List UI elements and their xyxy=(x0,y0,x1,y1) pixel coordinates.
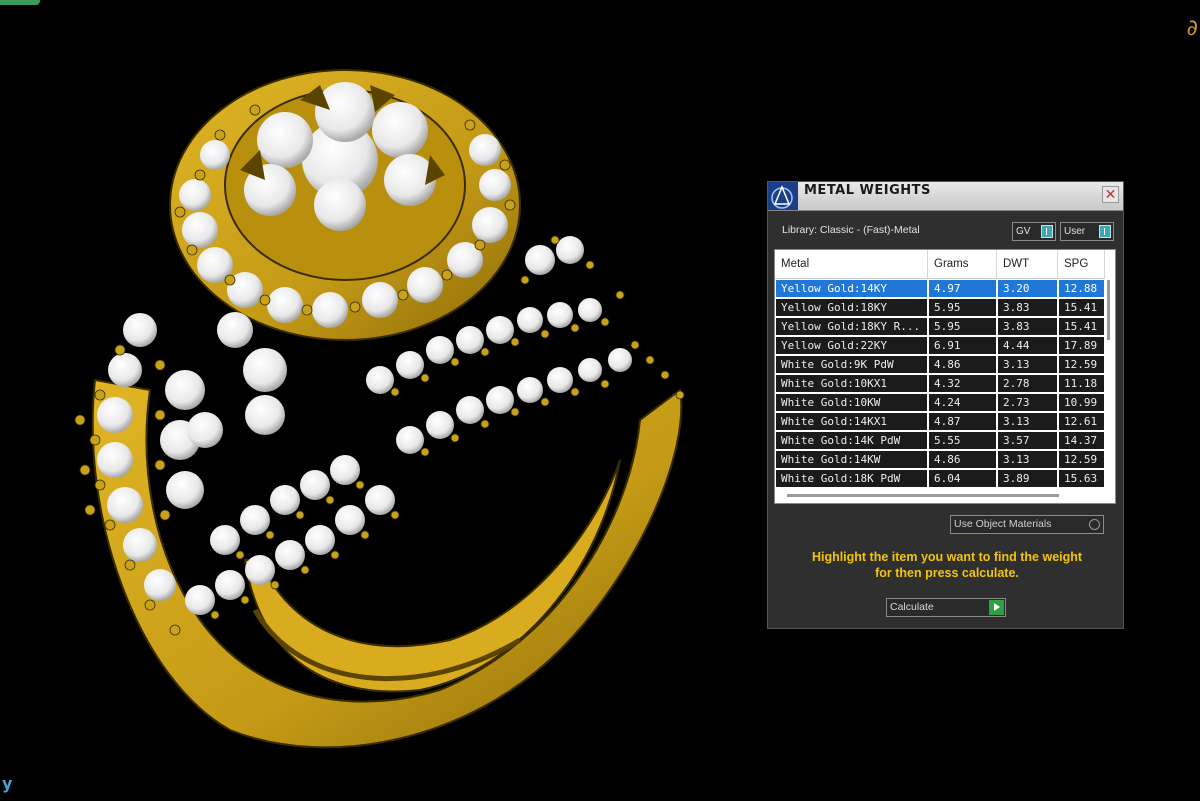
vertical-scrollbar[interactable] xyxy=(1107,280,1110,340)
table-row[interactable]: Yellow Gold:14KY 4.97 3.20 12.88 xyxy=(775,279,1105,298)
cell-spg: 12.59 xyxy=(1058,355,1105,374)
cell-metal: White Gold:14KW xyxy=(775,450,928,469)
gv-toggle[interactable]: GV xyxy=(1012,222,1056,241)
table-row[interactable]: White Gold:18K PdW 6.04 3.89 15.63 xyxy=(775,469,1105,488)
table-row[interactable]: Yellow Gold:22KY 6.91 4.44 17.89 xyxy=(775,336,1105,355)
cell-dwt: 4.44 xyxy=(997,336,1058,355)
cell-grams: 4.24 xyxy=(928,393,997,412)
cell-dwt: 2.73 xyxy=(997,393,1058,412)
user-toggle-label: User xyxy=(1064,226,1086,237)
cell-grams: 5.55 xyxy=(928,431,997,450)
dropdown-arrow-icon xyxy=(1089,519,1100,530)
cell-grams: 4.32 xyxy=(928,374,997,393)
cell-grams: 5.95 xyxy=(928,298,997,317)
cell-metal: White Gold:14K PdW xyxy=(775,431,928,450)
cell-spg: 12.61 xyxy=(1058,412,1105,431)
cell-spg: 15.41 xyxy=(1058,298,1105,317)
cell-grams: 6.91 xyxy=(928,336,997,355)
table-row[interactable]: White Gold:14K PdW 5.55 3.57 14.37 xyxy=(775,431,1105,450)
material-source-value: Use Object Materials xyxy=(954,518,1052,530)
cell-grams: 4.86 xyxy=(928,450,997,469)
metal-weights-panel: METAL WEIGHTS ✕ Library: Classic - (Fast… xyxy=(767,181,1124,629)
instruction-text: Highlight the item you want to find the … xyxy=(776,549,1118,581)
user-toggle[interactable]: User xyxy=(1060,222,1114,241)
calculate-label: Calculate xyxy=(890,601,934,613)
table-row[interactable]: White Gold:14KW 4.86 3.13 12.59 xyxy=(775,450,1105,469)
cell-metal: Yellow Gold:22KY xyxy=(775,336,928,355)
cell-metal: Yellow Gold:18KY R... xyxy=(775,317,928,336)
cell-metal: Yellow Gold:14KY xyxy=(775,279,928,298)
table-row[interactable]: White Gold:10KX1 4.32 2.78 11.18 xyxy=(775,374,1105,393)
cell-spg: 12.59 xyxy=(1058,450,1105,469)
cell-dwt: 3.89 xyxy=(997,469,1058,488)
cell-metal: White Gold:10KX1 xyxy=(775,374,928,393)
cell-metal: White Gold:14KX1 xyxy=(775,412,928,431)
cell-grams: 4.97 xyxy=(928,279,997,298)
cell-dwt: 3.13 xyxy=(997,355,1058,374)
column-header-dwt[interactable]: DWT xyxy=(997,250,1058,278)
cell-dwt: 3.83 xyxy=(997,298,1058,317)
table-row[interactable]: White Gold:9K PdW 4.86 3.13 12.59 xyxy=(775,355,1105,374)
cell-metal: White Gold:9K PdW xyxy=(775,355,928,374)
column-header-grams[interactable]: Grams xyxy=(928,250,997,278)
cell-spg: 15.63 xyxy=(1058,469,1105,488)
table-row[interactable]: Yellow Gold:18KY R... 5.95 3.83 15.41 xyxy=(775,317,1105,336)
cell-spg: 15.41 xyxy=(1058,317,1105,336)
cell-dwt: 3.83 xyxy=(997,317,1058,336)
cell-spg: 14.37 xyxy=(1058,431,1105,450)
cell-grams: 6.04 xyxy=(928,469,997,488)
metal-table: Metal Grams DWT SPG Yellow Gold:14KY 4.97… xyxy=(774,249,1116,504)
table-row[interactable]: White Gold:10KW 4.24 2.73 10.99 xyxy=(775,393,1105,412)
close-button[interactable]: ✕ xyxy=(1102,186,1119,203)
calculate-button[interactable]: Calculate xyxy=(886,598,1006,617)
toggle-switch-icon xyxy=(1099,225,1111,238)
cell-metal: White Gold:18K PdW xyxy=(775,469,928,488)
cell-dwt: 3.13 xyxy=(997,412,1058,431)
cell-dwt: 2.78 xyxy=(997,374,1058,393)
cell-metal: White Gold:10KW xyxy=(775,393,928,412)
app-logo-icon xyxy=(768,182,798,210)
cell-grams: 4.87 xyxy=(928,412,997,431)
table-header: Metal Grams DWT SPG xyxy=(775,250,1105,279)
cell-dwt: 3.13 xyxy=(997,450,1058,469)
material-source-dropdown[interactable]: Use Object Materials xyxy=(950,515,1104,534)
panel-titlebar[interactable]: METAL WEIGHTS ✕ xyxy=(768,182,1123,211)
play-arrow-icon xyxy=(989,600,1004,615)
panel-title: METAL WEIGHTS xyxy=(804,183,931,198)
cell-spg: 12.88 xyxy=(1058,279,1105,298)
instruction-line-2: for then press calculate. xyxy=(875,566,1019,580)
instruction-line-1: Highlight the item you want to find the … xyxy=(811,550,1083,564)
cell-dwt: 3.57 xyxy=(997,431,1058,450)
cell-spg: 17.89 xyxy=(1058,336,1105,355)
gv-toggle-label: GV xyxy=(1016,226,1031,237)
toggle-switch-icon xyxy=(1041,225,1053,238)
library-label: Library: Classic - (Fast)-Metal xyxy=(782,224,920,236)
cell-dwt: 3.20 xyxy=(997,279,1058,298)
cell-metal: Yellow Gold:18KY xyxy=(775,298,928,317)
cell-grams: 5.95 xyxy=(928,317,997,336)
cell-spg: 10.99 xyxy=(1058,393,1105,412)
table-body: Yellow Gold:14KY 4.97 3.20 12.88 Yellow Gold… xyxy=(775,279,1105,488)
horizontal-scrollbar[interactable] xyxy=(787,494,1059,497)
cell-spg: 11.18 xyxy=(1058,374,1105,393)
column-header-metal[interactable]: Metal xyxy=(775,250,928,278)
column-header-spg[interactable]: SPG xyxy=(1058,250,1105,278)
table-row[interactable]: White Gold:14KX1 4.87 3.13 12.61 xyxy=(775,412,1105,431)
cell-grams: 4.86 xyxy=(928,355,997,374)
table-row[interactable]: Yellow Gold:18KY 5.95 3.83 15.41 xyxy=(775,298,1105,317)
